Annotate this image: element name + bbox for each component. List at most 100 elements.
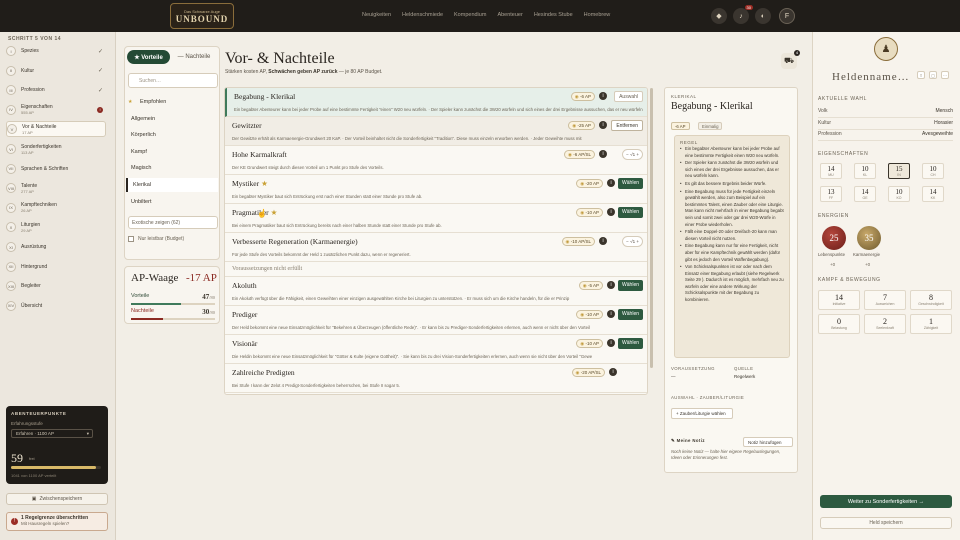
attribute-kk[interactable]: 14 KK bbox=[922, 186, 944, 202]
step-item[interactable]: IX Kampftechniken 26 AP bbox=[6, 200, 106, 216]
attribute-ko[interactable]: 10 KO bbox=[888, 186, 910, 202]
category-allgemein[interactable]: Allgemein bbox=[126, 112, 218, 126]
step-item[interactable]: XI Ausrüstung bbox=[6, 239, 106, 255]
next-step-button[interactable]: Weiter zu Sonderfertigkeiten → bbox=[820, 495, 952, 508]
step-item[interactable]: VIII Talente 277 AP bbox=[6, 180, 106, 196]
app-logo[interactable]: Das Schwarze Auge UNBOUND bbox=[170, 3, 234, 29]
karma-plus-value[interactable]: +0 bbox=[865, 262, 870, 267]
category-empfohlen[interactable]: Empfohlen bbox=[126, 95, 218, 109]
list-item[interactable]: Pragmatiker ★ Bei einem Pragmatiker baut s… bbox=[225, 204, 647, 233]
list-item[interactable]: Mystiker ★ Ein begabter Mystiker baut sich… bbox=[225, 175, 647, 204]
step-item[interactable]: XII Hintergrund bbox=[6, 259, 106, 275]
attribute-kl[interactable]: 10 KL bbox=[854, 163, 876, 179]
alert-subtitle: Mit Hausregeln spielen? bbox=[21, 521, 70, 526]
hero-avatar-icon[interactable]: ♟ bbox=[874, 37, 898, 61]
nav-abenteuer[interactable]: Abenteuer bbox=[497, 12, 522, 18]
step-item[interactable]: V Vor & Nachteile 17 AP bbox=[6, 121, 106, 138]
copy-icon[interactable]: ▢ bbox=[929, 71, 937, 79]
list-item[interactable]: Prediger Der Held bekommt eine neue Einsa… bbox=[225, 306, 647, 335]
step-item[interactable]: IV Eigenschaften 555 AP! bbox=[6, 102, 106, 118]
list-item[interactable]: Begabung - Klerikal Ein begabter Abenteur… bbox=[225, 88, 647, 117]
info-icon[interactable]: i bbox=[609, 368, 617, 376]
life-plus-value[interactable]: +0 bbox=[830, 262, 835, 267]
step-item[interactable]: III Profession ✓ bbox=[6, 82, 106, 98]
add-button[interactable]: Wählen bbox=[618, 207, 643, 218]
level-stepper[interactable]: − -/1 + bbox=[621, 236, 643, 247]
list-item[interactable]: Zahlreiche Predigten Bei Stufe I kann der… bbox=[225, 364, 647, 393]
info-icon[interactable]: i bbox=[599, 237, 607, 245]
info-icon[interactable]: i bbox=[607, 310, 615, 318]
choose-button[interactable]: Auswahl bbox=[614, 91, 643, 102]
nav-homebrew[interactable]: Homebrew bbox=[584, 12, 611, 18]
level-stepper[interactable]: − -/1 + bbox=[621, 149, 643, 160]
nav-kompendium[interactable]: Kompendium bbox=[454, 12, 486, 18]
user-avatar[interactable]: F bbox=[779, 8, 795, 24]
attribute-value: 14 bbox=[861, 188, 869, 196]
list-item[interactable]: Gewitzter Der Gewitzte erhält als Karmaen… bbox=[225, 117, 647, 146]
level-select[interactable]: Erfahren · 1100 AP ▾ bbox=[11, 429, 93, 438]
attribute-ge[interactable]: 14 GE bbox=[854, 186, 876, 202]
bell-icon[interactable]: ♪ 30 bbox=[733, 5, 753, 24]
category-körperlich[interactable]: Körperlich bbox=[126, 128, 218, 142]
add-button[interactable]: Wählen bbox=[618, 280, 643, 291]
tab-vorteile[interactable]: ★ Vorteile bbox=[127, 50, 170, 64]
add-button[interactable]: Wählen bbox=[618, 309, 643, 320]
attribute-ff[interactable]: 13 FF bbox=[820, 186, 842, 202]
nachteile-bar-fill bbox=[131, 318, 163, 320]
save-hero-button[interactable]: Held speichern bbox=[820, 517, 952, 529]
step-item[interactable]: VII Sprachen & Schriften bbox=[6, 161, 106, 177]
tab-nachteile[interactable]: — Nachteile bbox=[172, 50, 216, 64]
page-subtitle: Stärken kosten AP, Schwächen geben AP zu… bbox=[225, 69, 383, 75]
step-item[interactable]: X Liturgien 29 AP bbox=[6, 219, 106, 235]
category-unbiltert[interactable]: Unbiltert bbox=[126, 195, 218, 209]
category-magisch[interactable]: Magisch bbox=[126, 161, 218, 175]
info-icon[interactable]: i bbox=[599, 92, 607, 100]
info-icon[interactable]: i bbox=[607, 339, 615, 347]
more-icon[interactable]: ⋯ bbox=[941, 71, 949, 79]
category-kampf[interactable]: Kampf bbox=[126, 145, 218, 159]
add-button[interactable]: Wählen bbox=[618, 178, 643, 189]
karma-points-label: Karmaenergie bbox=[853, 252, 880, 257]
step-item[interactable]: II Kultur ✓ bbox=[6, 63, 106, 79]
ap-balance-title: AP-Waage bbox=[131, 272, 179, 284]
step-item[interactable]: XIII Begleiter bbox=[6, 278, 106, 294]
add-note-button[interactable]: Notiz hinzufügen bbox=[743, 437, 793, 447]
info-icon[interactable]: i bbox=[599, 150, 607, 158]
share-icon[interactable]: ⇪ bbox=[917, 71, 925, 79]
info-icon[interactable]: i bbox=[599, 121, 607, 129]
attribute-in[interactable]: 15 IN bbox=[888, 163, 910, 179]
info-icon[interactable]: i bbox=[607, 179, 615, 187]
top-navigation-bar: Das Schwarze Auge UNBOUND Neuigkeiten He… bbox=[0, 0, 960, 32]
step-item[interactable]: VI Sonderfertigkeiten 113 AP bbox=[6, 141, 106, 157]
step-label: Übersicht bbox=[21, 302, 43, 309]
hero-name[interactable]: Heldenname… bbox=[832, 71, 910, 83]
attribute-ch[interactable]: 10 CH bbox=[922, 163, 944, 179]
cart-icon[interactable]: ⛟ 4 bbox=[781, 50, 800, 69]
step-item[interactable]: I Spezies ✓ bbox=[6, 43, 106, 59]
category-klerikal[interactable]: Klerikal bbox=[126, 178, 218, 192]
intermediate-save-button[interactable]: ▣ Zwischenspeichern bbox=[6, 493, 108, 505]
add-button[interactable]: Wählen bbox=[618, 338, 643, 349]
info-icon[interactable]: i bbox=[607, 281, 615, 289]
choose-spell-button[interactable]: + Zauber/Liturgie wählen bbox=[671, 408, 733, 419]
exotic-toggle[interactable]: Exotische zeigen (62) bbox=[128, 216, 218, 229]
nav-heldenschmiede[interactable]: Heldenschmiede bbox=[402, 12, 443, 18]
nav-hesindes-stube[interactable]: Hesindes Stube bbox=[534, 12, 573, 18]
nav-neuigkeiten[interactable]: Neuigkeiten bbox=[362, 12, 391, 18]
only-affordable-checkbox[interactable]: Nur leistbar (Budget) bbox=[128, 236, 184, 242]
step-item[interactable]: XIV Übersicht bbox=[6, 298, 106, 314]
info-icon[interactable]: i bbox=[607, 208, 615, 216]
rule-limit-alert[interactable]: ! 1 Regelgrenze überschritten Mit Hausre… bbox=[6, 512, 108, 531]
attribute-mu[interactable]: 14 MU bbox=[820, 163, 842, 179]
list-item[interactable]: Akoluth Ein Akoluth verfügt über die Fähi… bbox=[225, 277, 647, 306]
list-scrollbar[interactable] bbox=[650, 88, 653, 368]
search-input[interactable]: Suchen… bbox=[128, 73, 218, 88]
dice-icon[interactable]: ◆ bbox=[711, 8, 727, 24]
list-item[interactable]: Visionär Die Heldin bekommt eine neue Ein… bbox=[225, 335, 647, 364]
theme-toggle-icon[interactable]: ◐ bbox=[755, 8, 771, 24]
attribute-value: 14 bbox=[929, 188, 937, 196]
list-item[interactable]: Hohe Karmalkraft Der KE Grundwert steigt … bbox=[225, 146, 647, 175]
step-text: Profession bbox=[21, 87, 45, 93]
list-item[interactable]: Verbesserte Regeneration (Karmaenergie) F… bbox=[225, 233, 647, 262]
remove-button[interactable]: Entfernen bbox=[611, 120, 643, 131]
